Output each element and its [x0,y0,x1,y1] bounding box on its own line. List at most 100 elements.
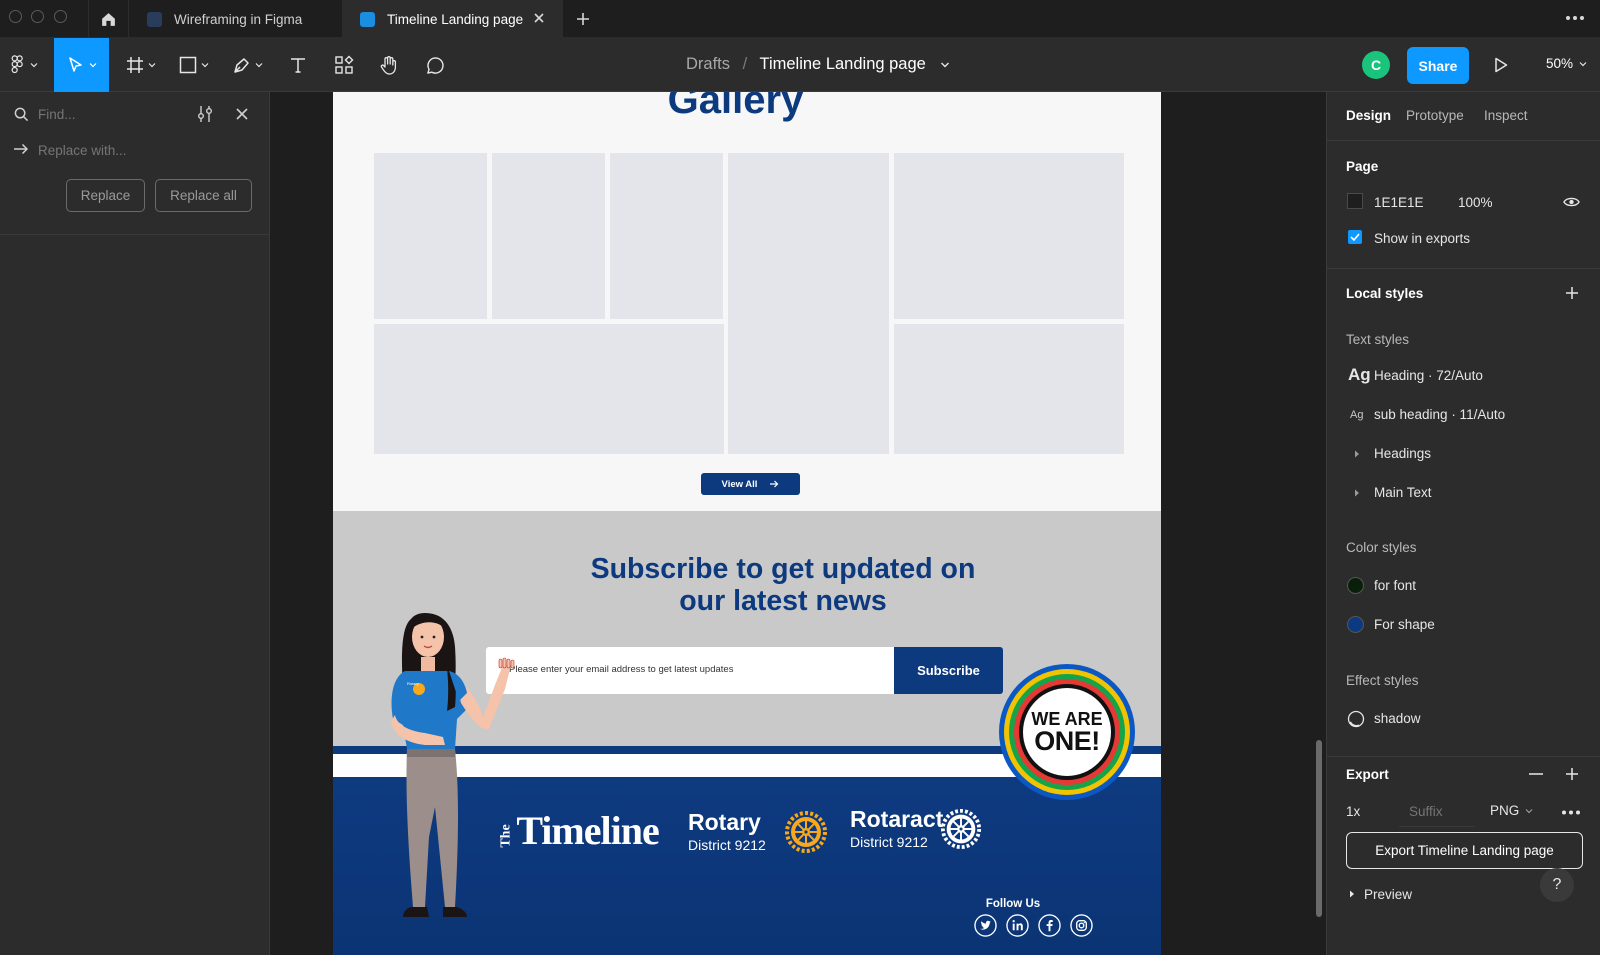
help-button[interactable]: ? [1540,868,1574,902]
tab-timeline-landing-page[interactable]: Timeline Landing page [343,0,563,38]
rotary-logo: Rotary District 9212 [688,809,766,853]
export-suffix-input[interactable] [1399,797,1475,827]
export-settings-more-icon[interactable] [1561,810,1581,815]
tab-design[interactable]: Design [1346,108,1391,123]
add-export-plus-icon[interactable] [1565,767,1579,781]
chevron-down-icon[interactable] [940,61,950,69]
caret-right-icon[interactable] [1354,450,1360,458]
page-opacity[interactable]: 100% [1458,195,1493,210]
window-close-dot[interactable] [9,10,22,23]
color-style-swatch [1347,616,1364,633]
tab-label: Wireframing in Figma [174,11,303,27]
twitter-icon[interactable] [974,914,997,937]
tab-inspect[interactable]: Inspect [1484,108,1528,123]
move-tool-button[interactable] [54,38,109,92]
window-maximize-dot[interactable] [54,10,67,23]
view-all-label: View All [721,478,758,490]
design-canvas[interactable]: Gallery View All Subscribe to get update… [271,92,1326,955]
gallery-image-placeholder[interactable] [894,153,1124,319]
view-all-button[interactable]: View All [701,473,800,495]
close-tab-icon[interactable] [532,11,546,25]
replace-all-button[interactable]: Replace all [155,179,252,212]
window-minimize-dot[interactable] [31,10,44,23]
gallery-image-placeholder[interactable] [374,324,724,454]
share-button[interactable]: Share [1407,47,1469,84]
export-scale[interactable]: 1x [1346,804,1360,819]
text-tool-button[interactable] [281,38,315,92]
text-style-sub-heading[interactable]: sub heading · 11/Auto [1374,407,1505,422]
text-group-headings[interactable]: Headings [1374,446,1431,461]
frame-tool-button[interactable] [119,38,163,92]
linkedin-icon[interactable] [1006,914,1029,937]
export-heading: Export [1346,767,1389,782]
text-style-glyph: Ag [1348,365,1371,384]
gallery-image-placeholder[interactable] [610,153,723,319]
eye-icon[interactable] [1563,196,1580,208]
canvas-scrollbar[interactable] [1316,740,1322,917]
search-settings-icon[interactable] [197,105,214,123]
export-preview-toggle[interactable]: Preview [1364,887,1412,902]
add-style-plus-icon[interactable] [1565,286,1579,300]
more-options-icon[interactable] [1565,15,1585,21]
shape-tool-button[interactable] [172,38,216,92]
properties-panel: Design Prototype Inspect Page 1E1E1E 100… [1326,92,1600,955]
caret-right-icon[interactable] [1349,890,1355,898]
comment-tool-button[interactable] [418,38,452,92]
panel-divider [1327,268,1600,269]
gallery-image-placeholder[interactable] [894,324,1124,454]
chevron-down-icon [1525,808,1533,813]
tab-prototype[interactable]: Prototype [1406,108,1464,123]
caret-right-icon[interactable] [1354,489,1360,497]
zoom-dropdown[interactable]: 50% [1546,56,1587,71]
figma-file-icon [147,11,162,27]
local-styles-heading: Local styles [1346,286,1424,301]
woman-illustration: Rotary [363,607,543,955]
rotary-wheel-icon [784,810,828,854]
page-color-swatch[interactable] [1347,193,1363,209]
avatar[interactable]: C [1362,51,1390,79]
new-tab-plus-icon[interactable] [575,11,591,27]
facebook-icon[interactable] [1038,914,1061,937]
rotaract-district: District 9212 [850,834,928,850]
close-icon[interactable] [235,107,249,121]
gallery-image-placeholder[interactable] [492,153,605,319]
minus-icon[interactable] [1529,773,1543,775]
replace-input[interactable] [38,138,238,162]
find-input[interactable] [38,102,188,126]
arrow-right-icon [770,480,779,488]
main-menu-button[interactable] [4,38,44,92]
gallery-title: Gallery [667,92,804,122]
export-button[interactable]: Export Timeline Landing page [1346,832,1583,869]
present-play-icon[interactable] [1494,57,1508,73]
hand-icon [380,56,397,75]
text-styles-heading: Text styles [1346,332,1410,347]
gallery-image-placeholder[interactable] [728,153,889,454]
export-format-dropdown[interactable]: PNG [1490,803,1533,818]
color-styles-heading: Color styles [1346,540,1417,555]
tab-wireframing-in-figma[interactable]: Wireframing in Figma [130,0,343,38]
frame-icon [127,57,143,73]
home-icon[interactable] [88,0,129,38]
text-style-heading[interactable]: Heading · 72/Auto [1374,368,1483,383]
breadcrumb-drafts[interactable]: Drafts [686,55,730,73]
instagram-icon[interactable] [1070,914,1093,937]
show-in-exports-checkbox[interactable] [1348,230,1362,244]
gallery-image-placeholder[interactable] [374,153,487,319]
text-group-main-text[interactable]: Main Text [1374,485,1432,500]
landing-page-frame[interactable]: Gallery View All Subscribe to get update… [333,92,1161,955]
file-name[interactable]: Timeline Landing page [760,55,926,73]
color-style-for-font[interactable]: for font [1374,578,1416,593]
components-icon [335,55,354,74]
page-color-hex[interactable]: 1E1E1E [1374,195,1424,210]
replace-button[interactable]: Replace [66,179,145,212]
email-input[interactable]: Please enter your email address to get l… [486,647,894,694]
resources-tool-button[interactable] [327,38,361,92]
subscribe-button[interactable]: Subscribe [894,647,1003,694]
tab-label: Timeline Landing page [387,11,524,27]
subscribe-heading-line2: our latest news [679,585,887,617]
effect-style-shadow[interactable]: shadow [1374,711,1421,726]
hand-tool-button[interactable] [372,38,406,92]
we-are-one-badge: WE ARE ONE! [997,662,1137,802]
pen-tool-button[interactable] [226,38,270,92]
color-style-for-shape[interactable]: For shape [1374,617,1435,632]
